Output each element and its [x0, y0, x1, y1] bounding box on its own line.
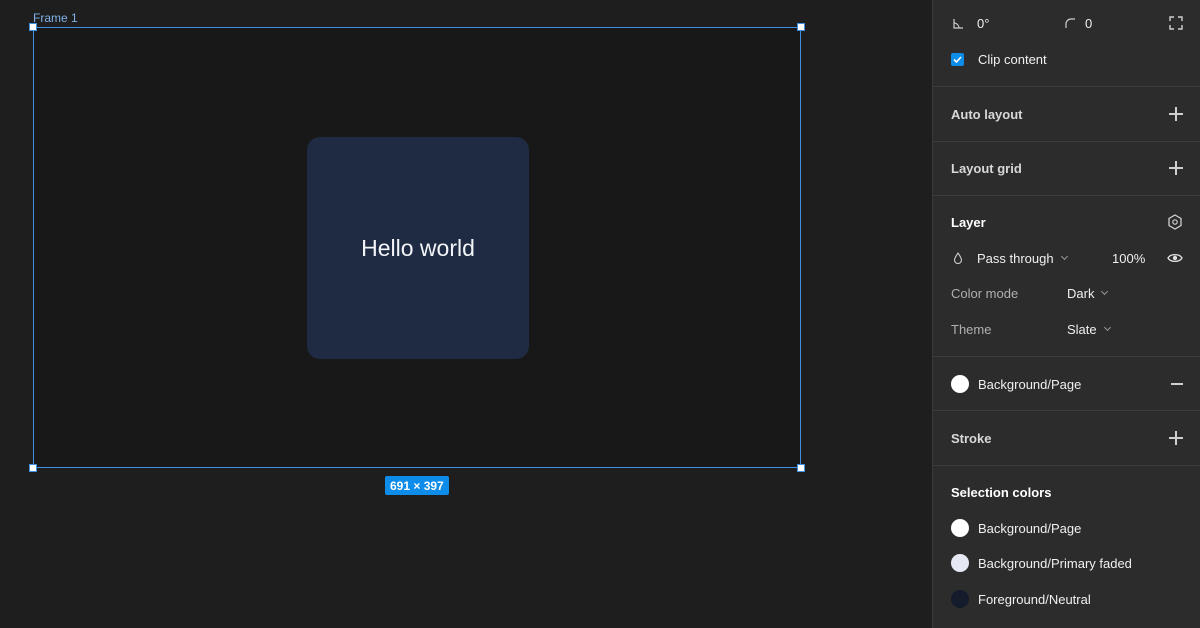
size-badge: 691 × 397	[385, 476, 449, 495]
rotation-icon	[951, 18, 965, 29]
color-mode-label: Color mode	[951, 285, 1019, 301]
corner-radius-icon	[1063, 17, 1077, 29]
clip-content-checkbox[interactable]	[951, 52, 964, 66]
auto-layout-title: Auto layout	[951, 106, 1023, 122]
selection-color-name: Foreground/Neutral	[978, 591, 1091, 607]
color-swatch[interactable]	[951, 554, 969, 572]
frame-label[interactable]: Frame 1	[33, 11, 78, 25]
resize-handle-top-right[interactable]	[797, 23, 805, 31]
color-mode-value: Dark	[1067, 285, 1095, 301]
auto-layout-section: Auto layout	[933, 87, 1200, 142]
fill-row[interactable]: Background/Page	[951, 374, 1183, 394]
chevron-down-icon	[1060, 252, 1068, 260]
chevron-down-icon	[1101, 287, 1109, 295]
color-swatch[interactable]	[951, 519, 969, 537]
layout-grid-section: Layout grid	[933, 142, 1200, 196]
add-auto-layout-icon[interactable]	[1169, 107, 1183, 121]
blend-mode-value: Pass through	[977, 250, 1054, 266]
blend-mode-icon	[951, 252, 965, 264]
selection-color-item[interactable]: Foreground/Neutral	[951, 589, 1183, 609]
layout-grid-title: Layout grid	[951, 160, 1022, 176]
frame-section: 0° 0 Clip content	[933, 0, 1200, 87]
layer-section: Layer Pass through 100% Color mode Dark	[933, 196, 1200, 357]
hello-card[interactable]: Hello world	[307, 137, 529, 359]
stroke-title: Stroke	[951, 430, 992, 446]
resize-handle-bottom-left[interactable]	[29, 464, 37, 472]
selection-color-name: Background/Page	[978, 520, 1082, 536]
layer-title: Layer	[951, 214, 986, 230]
theme-value: Slate	[1067, 321, 1097, 337]
color-swatch[interactable]	[951, 590, 969, 608]
rotation-value[interactable]: 0°	[977, 16, 989, 31]
fill-section: Background/Page	[933, 357, 1200, 411]
selection-color-name: Background/Primary faded	[978, 555, 1132, 571]
chevron-down-icon	[1103, 323, 1111, 331]
selection-color-item[interactable]: Background/Primary faded	[951, 553, 1183, 573]
corner-radius-value[interactable]: 0	[1085, 16, 1092, 31]
selected-frame[interactable]: Hello world	[29, 23, 805, 472]
resize-handle-bottom-right[interactable]	[797, 464, 805, 472]
opacity-value[interactable]: 100%	[1112, 251, 1145, 266]
fill-swatch[interactable]	[951, 375, 969, 393]
card-text: Hello world	[361, 234, 475, 261]
fill-name: Background/Page	[978, 376, 1082, 392]
color-mode-dropdown[interactable]: Dark	[1067, 285, 1109, 301]
add-layout-grid-icon[interactable]	[1169, 161, 1183, 175]
design-canvas[interactable]: Frame 1 Hello world 691 × 397	[0, 0, 932, 628]
theme-dropdown[interactable]: Slate	[1067, 321, 1111, 337]
add-stroke-icon[interactable]	[1169, 431, 1183, 445]
independent-corners-icon[interactable]	[1169, 16, 1183, 30]
selection-colors-section: Selection colors Background/Page Backgro…	[933, 466, 1200, 628]
clip-content-row[interactable]: Clip content	[951, 49, 1183, 69]
theme-label: Theme	[951, 321, 992, 337]
properties-panel: 0° 0 Clip content Auto layout Layout gri…	[932, 0, 1200, 628]
blend-mode-dropdown[interactable]: Pass through	[977, 250, 1068, 266]
clip-content-label: Clip content	[978, 51, 1047, 67]
resize-handle-top-left[interactable]	[29, 23, 37, 31]
stroke-section: Stroke	[933, 411, 1200, 466]
eye-icon[interactable]	[1167, 252, 1183, 264]
selection-color-item[interactable]: Background/Page	[951, 518, 1183, 538]
selection-colors-title: Selection colors	[951, 484, 1052, 500]
variable-mode-icon[interactable]	[1167, 214, 1183, 230]
remove-fill-icon[interactable]	[1171, 383, 1183, 385]
